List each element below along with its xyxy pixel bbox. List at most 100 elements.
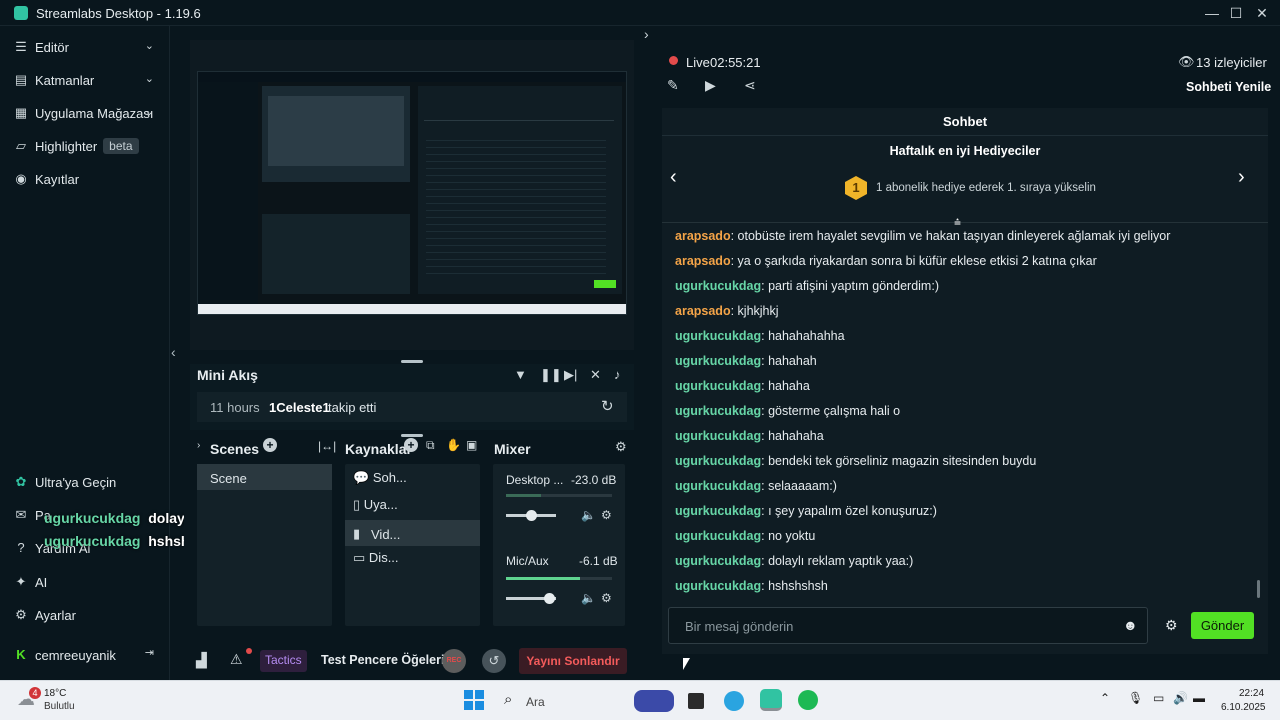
edit-stream-info-icon[interactable]: ✎	[667, 77, 679, 94]
pause-icon[interactable]: ❚❚	[540, 367, 562, 383]
hand-icon[interactable]: ✋	[446, 438, 461, 452]
source-item[interactable]: 💬 Soh...	[353, 470, 407, 486]
chat-username[interactable]: arapsado	[675, 304, 731, 318]
chat-username[interactable]: ugurkucukdag	[675, 554, 761, 568]
volume-icon[interactable]: ♪	[614, 367, 621, 382]
sidebar-item-recordings[interactable]: ◉ Kayıtlar	[14, 168, 164, 190]
mixer-settings-icon[interactable]: ⚙	[615, 439, 627, 455]
collapse-scenes-icon[interactable]: ›	[197, 440, 200, 451]
prev-arrow-icon[interactable]: ‹	[670, 166, 677, 189]
sidebar-item-editor[interactable]: ☰ Editör ⌄	[14, 36, 164, 58]
chat-username[interactable]: ugurkucukdag	[675, 379, 761, 393]
volume-icon[interactable]: 🔈	[581, 508, 596, 522]
chat-message: ugurkucukdag: hahahah	[675, 354, 1255, 368]
chat-username[interactable]: ugurkucukdag	[675, 354, 761, 368]
slider-knob[interactable]	[526, 510, 537, 521]
end-stream-button[interactable]: Yayını Sonlandır	[519, 648, 627, 674]
minimize-icon[interactable]: —	[1200, 3, 1224, 23]
chat-username[interactable]: ugurkucukdag	[675, 579, 761, 593]
source-item[interactable]: ▭ Dis...	[353, 550, 399, 566]
volume-icon[interactable]: 🔈	[581, 591, 596, 605]
chat-scrollbar[interactable]	[1257, 580, 1260, 598]
monitor-icon[interactable]: ▭	[1153, 691, 1164, 705]
chevron-down-icon[interactable]: ⌄	[145, 105, 154, 118]
sidebar-item-layers[interactable]: ▤ Katmanlar ⌄	[14, 69, 164, 91]
replay-icon[interactable]: ↻	[601, 397, 614, 415]
collapse-left-icon[interactable]: ‹	[171, 344, 176, 360]
gift-icon: ✉	[15, 507, 27, 522]
tactics-button[interactable]: Tactics	[260, 650, 307, 672]
logout-icon[interactable]: ⇥	[145, 646, 154, 659]
chat-message: ugurkucukdag: hahaha	[675, 379, 1255, 393]
volume-slider-mic[interactable]	[506, 593, 556, 604]
chat-username[interactable]: arapsado	[675, 254, 731, 268]
skip-icon[interactable]: ▶|	[564, 367, 577, 383]
source-item-selected[interactable]: ▮ Vid...	[345, 520, 480, 546]
scene-item[interactable]: Scene	[197, 464, 332, 490]
sidebar-item-ultra[interactable]: ✿ Ultra'ya Geçin	[14, 471, 164, 493]
pin-icon[interactable]: ⩮	[954, 215, 961, 230]
collapse-right-icon[interactable]: ›	[644, 26, 649, 42]
stats-icon[interactable]: ▟	[196, 652, 207, 669]
transition-icon[interactable]: |↔|	[318, 439, 336, 453]
edge-browser-icon[interactable]	[724, 691, 744, 711]
battery-icon[interactable]: ▬	[1193, 691, 1205, 705]
sidebar-item-ai[interactable]: ✦ AI	[14, 571, 164, 593]
taskbar-search[interactable]: ⌕ Ara	[494, 687, 618, 715]
add-source-icon[interactable]: +	[404, 438, 418, 452]
maximize-icon[interactable]: ☐	[1224, 3, 1248, 23]
resize-handle[interactable]	[401, 360, 423, 363]
taskbar-files-icon[interactable]	[688, 693, 704, 709]
alert-icon[interactable]: ⚠	[230, 651, 243, 668]
chat-username[interactable]: ugurkucukdag	[675, 504, 761, 518]
filter-icon[interactable]: ▼	[514, 367, 527, 382]
chat-username[interactable]: ugurkucukdag	[675, 279, 761, 293]
sidebar-user[interactable]: K cemreeuyanik ⇥	[14, 644, 164, 666]
send-button[interactable]: Gönder	[1191, 612, 1254, 639]
chevron-up-icon[interactable]: ⌃	[1100, 691, 1110, 705]
channel-settings-icon[interactable]: ⚙	[601, 591, 612, 605]
spotify-icon[interactable]	[798, 690, 818, 710]
close-icon[interactable]: ✕	[1250, 3, 1274, 23]
record-button[interactable]: REC	[442, 649, 466, 673]
folder-icon[interactable]: ▣	[466, 438, 477, 452]
windows-start-icon[interactable]	[464, 690, 484, 710]
sidebar-item-app-store[interactable]: ▦ Uygulama Mağazası ⌄	[14, 102, 164, 124]
chat-username[interactable]: ugurkucukdag	[675, 429, 761, 443]
camera-icon[interactable]: ▶	[705, 77, 716, 94]
chat-username[interactable]: ugurkucukdag	[675, 529, 761, 543]
chat-username[interactable]: ugurkucukdag	[675, 329, 761, 343]
source-item[interactable]: ▯ Uya...	[353, 497, 398, 513]
copy-icon[interactable]: ⧉	[426, 438, 435, 453]
chevron-down-icon[interactable]: ⌄	[145, 39, 154, 52]
chat-username[interactable]: arapsado	[675, 229, 731, 243]
add-scene-icon[interactable]: +	[263, 438, 277, 452]
chat-username[interactable]: ugurkucukdag	[675, 454, 761, 468]
chat-settings-icon[interactable]: ⚙	[1165, 617, 1178, 634]
slider-knob[interactable]	[544, 593, 555, 604]
mixer-title: Mixer	[494, 441, 531, 457]
sidebar-item-settings[interactable]: ⚙ Ayarlar	[14, 604, 164, 626]
ai-sparkle-icon: ✦	[15, 574, 27, 589]
volume-slider-desktop[interactable]	[506, 510, 556, 521]
chat-input[interactable]: Bir mesaj gönderin ☻	[668, 607, 1148, 644]
replay-buffer-icon[interactable]: ↺	[482, 649, 506, 673]
notification-dot	[246, 648, 252, 654]
mute-alerts-icon[interactable]: ✕	[590, 367, 601, 383]
scenes-list: Scene	[197, 464, 332, 626]
streamlabs-taskbar-icon[interactable]	[760, 689, 782, 711]
follow-event-row[interactable]: 11 hours 1Celeste1 takip etti ↻	[197, 392, 627, 422]
refresh-chat-button[interactable]: Sohbeti Yenile	[1186, 80, 1271, 94]
taskbar-game-icon[interactable]	[634, 690, 674, 712]
test-widgets-button[interactable]: Test Pencere Öğeleri	[321, 653, 444, 667]
emoji-icon[interactable]: ☻	[1123, 617, 1138, 633]
speaker-icon[interactable]: 🔊	[1173, 691, 1188, 705]
channel-settings-icon[interactable]: ⚙	[601, 508, 612, 522]
microphone-icon[interactable]: 🎙	[1128, 691, 1143, 705]
chat-username[interactable]: ugurkucukdag	[675, 479, 761, 493]
share-icon[interactable]: ⋖	[744, 77, 756, 94]
sidebar-item-highlighter[interactable]: ▱ Highlighter beta	[14, 135, 164, 157]
chat-username[interactable]: ugurkucukdag	[675, 404, 761, 418]
chevron-down-icon[interactable]: ⌄	[145, 72, 154, 85]
next-arrow-icon[interactable]: ›	[1238, 166, 1245, 189]
